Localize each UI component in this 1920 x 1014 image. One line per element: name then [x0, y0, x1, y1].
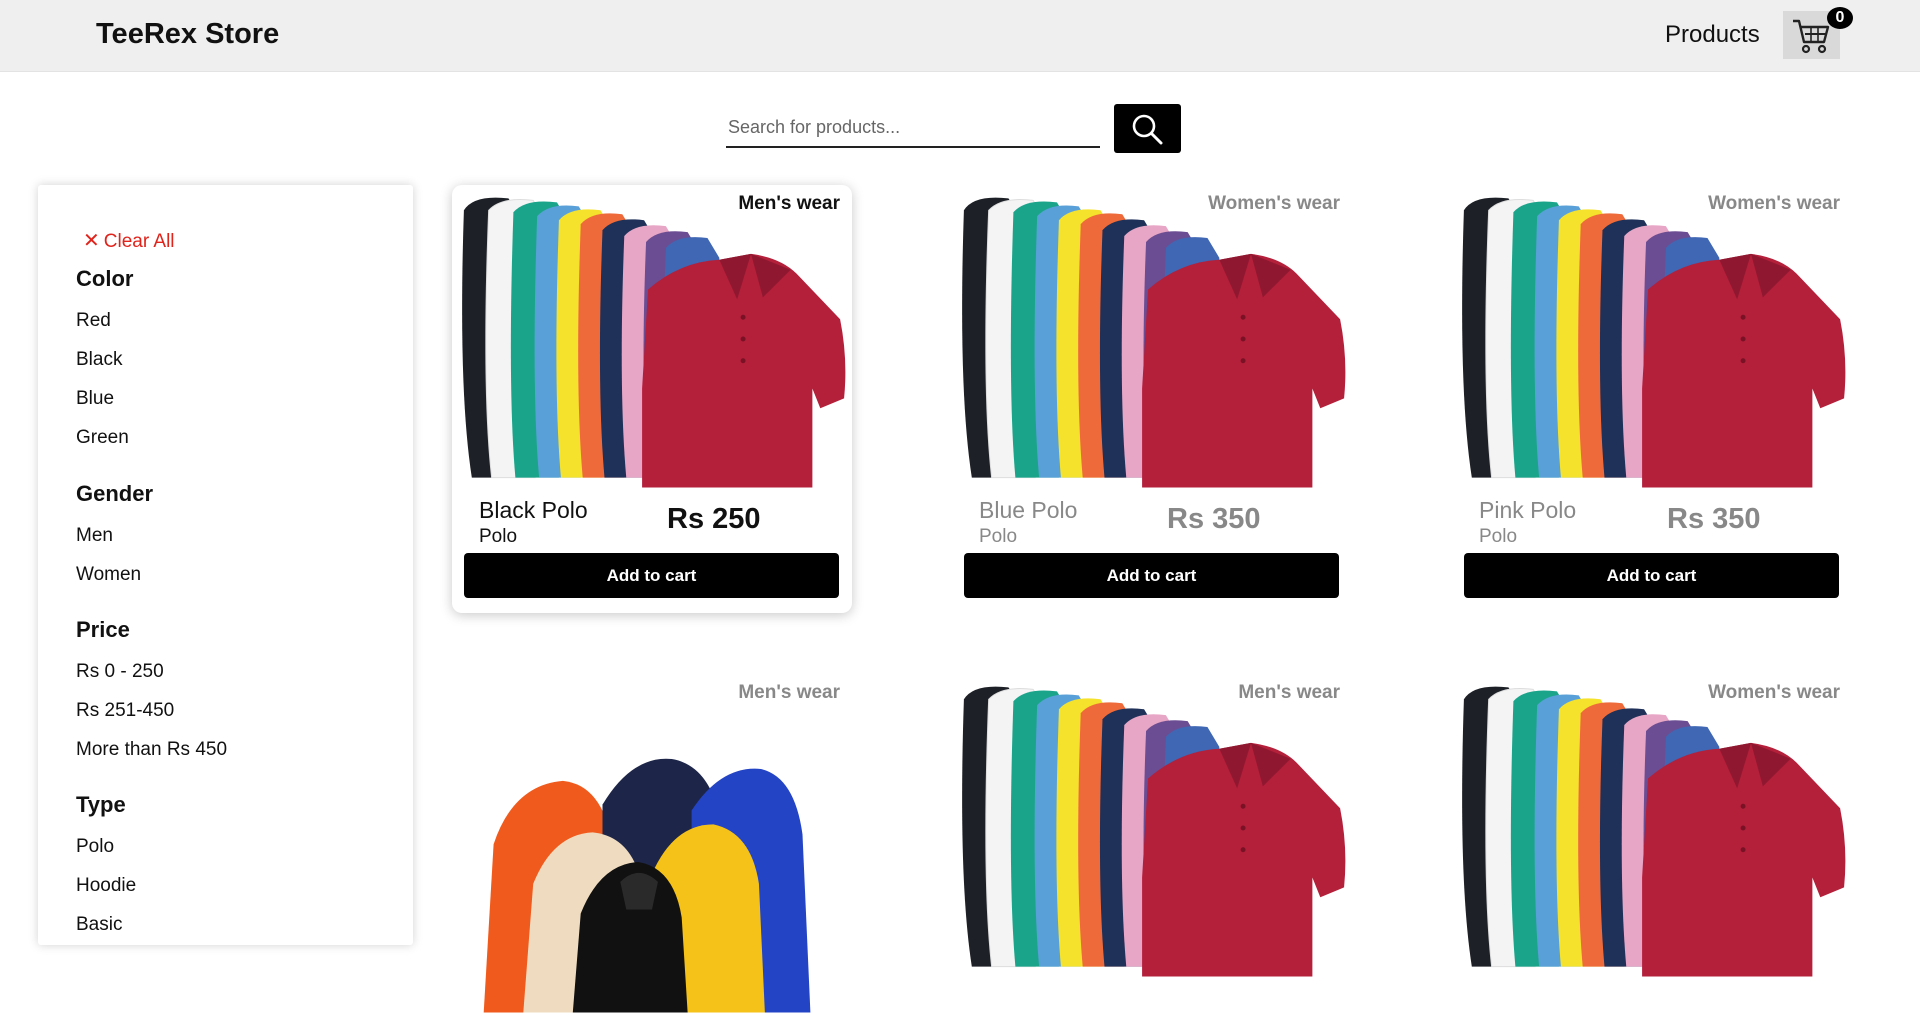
product-card[interactable]: Men's wear — [952, 674, 1352, 977]
product-card[interactable]: Women's wear Blue Polo Polo Rs 350 Add t… — [952, 185, 1352, 613]
product-price: Rs 250 — [667, 503, 761, 535]
product-image-polo-shirts[interactable] — [954, 678, 1350, 978]
product-image-hoodies[interactable] — [454, 714, 850, 1014]
filter-sidebar: ✕ Clear All Color Red Black Blue Green Ge… — [38, 185, 413, 945]
clear-all-filters-button[interactable]: ✕ Clear All — [83, 228, 175, 253]
cart-count-badge: 0 — [1827, 7, 1853, 29]
category-tag: Men's wear — [1238, 682, 1340, 703]
product-card[interactable]: Men's wear — [452, 674, 852, 1013]
filter-option-price-251-450[interactable]: Rs 251-450 — [76, 700, 174, 722]
filter-option-price-450-plus[interactable]: More than Rs 450 — [76, 739, 227, 761]
product-price: Rs 350 — [1167, 503, 1261, 535]
product-image-polo-shirts[interactable] — [1454, 678, 1850, 978]
product-type: Polo — [479, 526, 518, 547]
product-name: Blue Polo — [979, 497, 1078, 523]
filter-option-men[interactable]: Men — [76, 525, 113, 547]
filter-option-polo[interactable]: Polo — [76, 836, 114, 858]
product-type: Polo — [979, 526, 1018, 547]
product-card[interactable]: Men's wear Black Polo Polo Rs 250 Add to… — [452, 185, 852, 613]
search-icon — [1132, 114, 1163, 145]
add-to-cart-button[interactable]: Add to cart — [964, 553, 1339, 598]
nav-products-link[interactable]: Products — [1665, 21, 1760, 49]
category-tag: Men's wear — [738, 193, 840, 214]
category-tag: Men's wear — [738, 682, 840, 703]
product-image-polo-shirts[interactable] — [954, 189, 1350, 489]
filter-heading-gender: Gender — [76, 481, 154, 506]
product-card[interactable]: Women's wear Pink Polo Polo Rs 350 Add t… — [1452, 185, 1852, 613]
filter-option-women[interactable]: Women — [76, 564, 141, 586]
brand-logo-text[interactable]: TeeRex Store — [96, 18, 279, 51]
filter-option-black[interactable]: Black — [76, 349, 122, 371]
product-price: Rs 350 — [1667, 503, 1761, 535]
clear-all-label: Clear All — [103, 231, 175, 252]
top-nav-bar: TeeRex Store Products 0 — [0, 0, 1920, 72]
category-tag: Women's wear — [1708, 193, 1840, 214]
filter-option-blue[interactable]: Blue — [76, 388, 114, 410]
filter-heading-type: Type — [76, 792, 126, 817]
product-type: Polo — [1479, 526, 1518, 547]
category-tag: Women's wear — [1708, 682, 1840, 703]
product-image-polo-shirts[interactable] — [454, 189, 850, 489]
search-button[interactable] — [1114, 104, 1181, 153]
filter-option-red[interactable]: Red — [76, 310, 111, 332]
add-to-cart-button[interactable]: Add to cart — [464, 553, 839, 598]
filter-option-green[interactable]: Green — [76, 427, 129, 449]
product-name: Pink Polo — [1479, 497, 1577, 523]
cart-icon — [1793, 19, 1830, 54]
product-card[interactable]: Women's wear — [1452, 674, 1852, 977]
search-input[interactable] — [726, 108, 1100, 148]
filter-option-price-0-250[interactable]: Rs 0 - 250 — [76, 661, 164, 683]
product-image-polo-shirts[interactable] — [1454, 189, 1850, 489]
category-tag: Women's wear — [1208, 193, 1340, 214]
product-name: Black Polo — [479, 497, 588, 523]
filter-heading-color: Color — [76, 266, 134, 291]
filter-option-basic[interactable]: Basic — [76, 914, 122, 936]
add-to-cart-button[interactable]: Add to cart — [1464, 553, 1839, 598]
close-icon: ✕ — [83, 230, 100, 252]
filter-heading-price: Price — [76, 617, 130, 642]
filter-option-hoodie[interactable]: Hoodie — [76, 875, 136, 897]
